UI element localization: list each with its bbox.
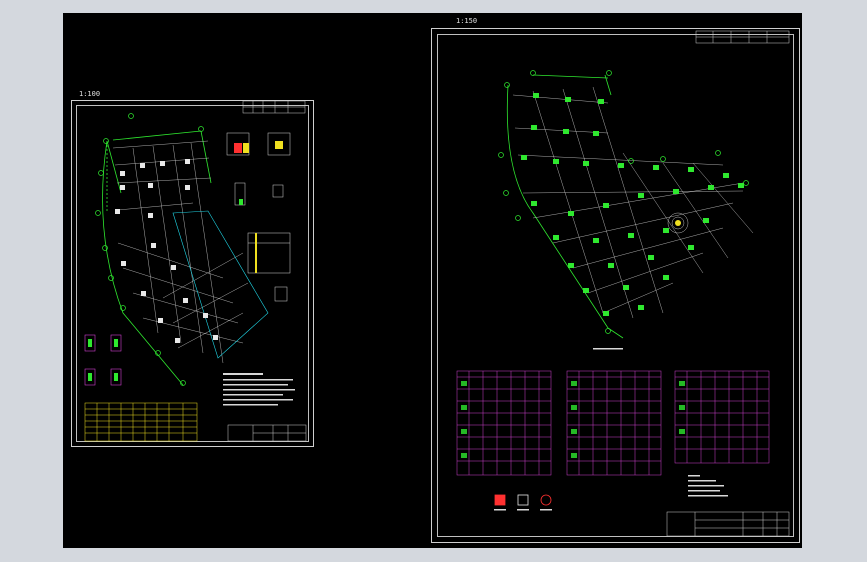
right-notes-block [688,475,728,497]
left-plan-grid [112,140,249,364]
cad-drawing-canvas [84,30,790,537]
cad-model-viewport[interactable]: 1:100 1:150 [63,13,802,548]
left-pile-cores [88,339,118,381]
left-detail-sections [226,132,291,302]
right-core-marker [675,220,681,226]
right-column-markers [521,93,744,316]
right-title-strip [695,30,790,44]
left-title-block [227,424,307,442]
right-table-text-fills [461,381,685,458]
right-plan-grid [512,86,754,319]
right-legend-captions [494,509,552,511]
right-legend-symbols [494,494,552,506]
left-schedule-table [84,402,198,442]
right-schedule-table-3 [674,370,770,464]
right-title-block [666,511,790,537]
right-plan-caption [593,348,623,350]
left-notes-block [223,373,295,406]
right-schedule-table-2 [566,370,662,476]
left-title-strip [242,100,306,114]
right-schedule-table-1 [456,370,552,476]
left-column-markers [115,159,218,343]
left-detail-fills [234,141,283,273]
